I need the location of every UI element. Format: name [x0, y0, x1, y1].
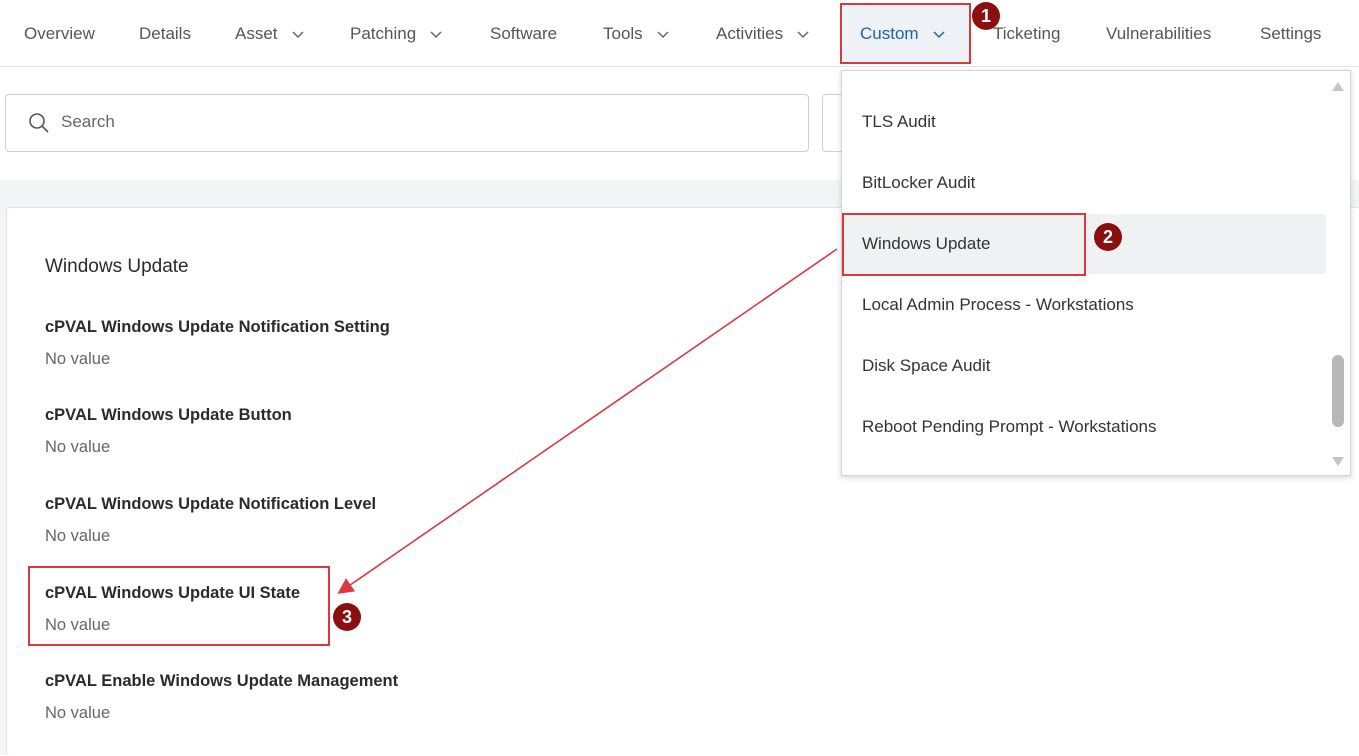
- annotation-box-ui-state-field: [28, 566, 330, 646]
- chevron-down-icon: [430, 31, 442, 39]
- tab-tools[interactable]: Tools: [603, 22, 669, 46]
- annotation-box-windows-update-item: [842, 213, 1086, 276]
- search-icon: [29, 113, 49, 133]
- tab-patching[interactable]: Patching: [350, 22, 442, 46]
- field-value: No value: [45, 704, 111, 722]
- field-value: No value: [45, 438, 111, 456]
- menu-item-label: Disk Space Audit: [862, 356, 991, 375]
- tab-settings[interactable]: Settings: [1260, 22, 1321, 46]
- menu-item-disk-space-audit[interactable]: Disk Space Audit: [842, 336, 1326, 396]
- section-title: Windows Update: [45, 256, 189, 277]
- tab-label: Overview: [24, 24, 95, 43]
- scroll-up-arrow-icon[interactable]: [1332, 81, 1344, 91]
- tab-label: Tools: [603, 24, 643, 43]
- annotation-box-custom-tab: [840, 3, 971, 64]
- tab-label: Settings: [1260, 24, 1322, 43]
- tab-ticketing[interactable]: Ticketing: [993, 22, 1060, 46]
- menu-item-reboot-pending-prompt[interactable]: Reboot Pending Prompt - Workstations: [842, 397, 1326, 457]
- search-input[interactable]: Search: [5, 94, 809, 152]
- tab-label: Software: [490, 24, 558, 43]
- chevron-down-icon: [292, 31, 304, 39]
- chevron-down-icon: [657, 31, 669, 39]
- step-badge: 3: [333, 603, 361, 631]
- tab-label: Vulnerabilities: [1106, 24, 1212, 43]
- scrollbar-thumb[interactable]: [1332, 355, 1344, 427]
- tab-label: Ticketing: [993, 24, 1061, 43]
- field-label: cPVAL Enable Windows Update Management: [45, 672, 399, 690]
- scroll-down-arrow-icon[interactable]: [1332, 457, 1344, 467]
- field-value: No value: [45, 350, 111, 368]
- menu-item-label: BitLocker Audit: [862, 173, 976, 192]
- menu-item-bitlocker-audit[interactable]: BitLocker Audit: [842, 153, 1326, 213]
- top-navigation: Overview Details Asset Patching Software…: [0, 0, 1359, 67]
- menu-item-label: Reboot Pending Prompt - Workstations: [862, 417, 1157, 436]
- search-placeholder: Search: [61, 112, 115, 131]
- menu-item-label: TLS Audit: [862, 112, 936, 131]
- menu-item-label: Local Admin Process - Workstations: [862, 295, 1134, 314]
- tab-overview[interactable]: Overview: [24, 22, 95, 46]
- field-label: cPVAL Windows Update Notification Level: [45, 495, 377, 513]
- menu-item-tls-audit[interactable]: TLS Audit: [842, 92, 1326, 152]
- tab-details[interactable]: Details: [139, 22, 191, 46]
- tab-activities[interactable]: Activities: [716, 22, 809, 46]
- dropdown-scrollbar[interactable]: [1326, 71, 1350, 475]
- field-label: cPVAL Windows Update Notification Settin…: [45, 318, 390, 336]
- tab-label: Activities: [716, 24, 784, 43]
- menu-item-local-admin-process[interactable]: Local Admin Process - Workstations: [842, 275, 1326, 335]
- tab-label: Details: [139, 24, 191, 43]
- tab-vulnerabilities[interactable]: Vulnerabilities: [1106, 22, 1211, 46]
- tab-asset[interactable]: Asset: [235, 22, 304, 46]
- step-badge: 2: [1094, 223, 1122, 251]
- tab-label: Asset: [235, 24, 278, 43]
- field-label: cPVAL Windows Update Button: [45, 406, 292, 424]
- chevron-down-icon: [797, 31, 809, 39]
- step-badge: 1: [972, 2, 1000, 30]
- field-value: No value: [45, 527, 111, 545]
- tab-label: Patching: [350, 24, 417, 43]
- tab-software[interactable]: Software: [490, 22, 557, 46]
